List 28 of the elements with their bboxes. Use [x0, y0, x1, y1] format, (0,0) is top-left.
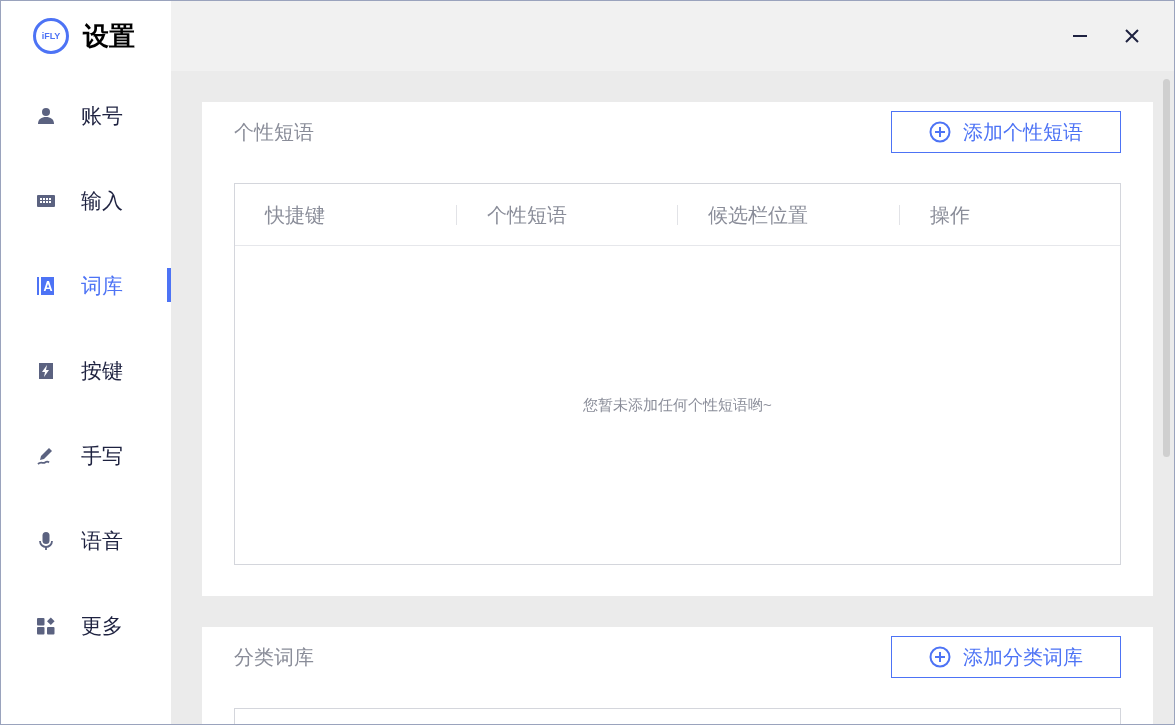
sidebar-item[interactable]: 按键 — [1, 354, 123, 387]
sidebar-item[interactable]: 输入 — [1, 184, 123, 217]
section-title: 分类词库 — [234, 645, 314, 670]
column-header: 个性短语 — [486, 202, 567, 228]
column-header: 快捷键 — [265, 202, 325, 228]
column-header: 操作 — [929, 202, 970, 228]
minimize-icon — [1073, 35, 1087, 37]
selection-indicator — [167, 268, 171, 302]
lightning-key-icon — [36, 360, 56, 381]
sidebar-item[interactable]: 更多 — [1, 609, 123, 642]
plus-circle-icon — [929, 121, 951, 143]
plus-circle-icon — [929, 646, 951, 668]
add-button[interactable]: 添加分类词库 — [891, 636, 1121, 678]
sidebar-item[interactable]: 手写 — [1, 439, 123, 472]
sidebar-item[interactable]: 语音 — [1, 524, 123, 557]
section-title: 个性短语 — [234, 120, 314, 145]
sidebar-item[interactable]: 账号 — [1, 99, 123, 132]
user-icon — [36, 105, 56, 126]
app-title: 设置 — [83, 19, 135, 53]
column-header: 候选栏位置 — [708, 202, 808, 228]
microphone-icon — [36, 530, 56, 551]
add-button[interactable]: 添加个性短语 — [891, 111, 1121, 153]
close-icon — [1124, 28, 1140, 44]
empty-message: 您暂未添加任何个性短语哟~ — [583, 394, 772, 415]
dictionary-icon — [36, 275, 56, 296]
logo-icon: iFLY — [33, 18, 69, 54]
sidebar-item[interactable]: 词库 — [1, 269, 123, 302]
apps-icon — [36, 615, 56, 636]
